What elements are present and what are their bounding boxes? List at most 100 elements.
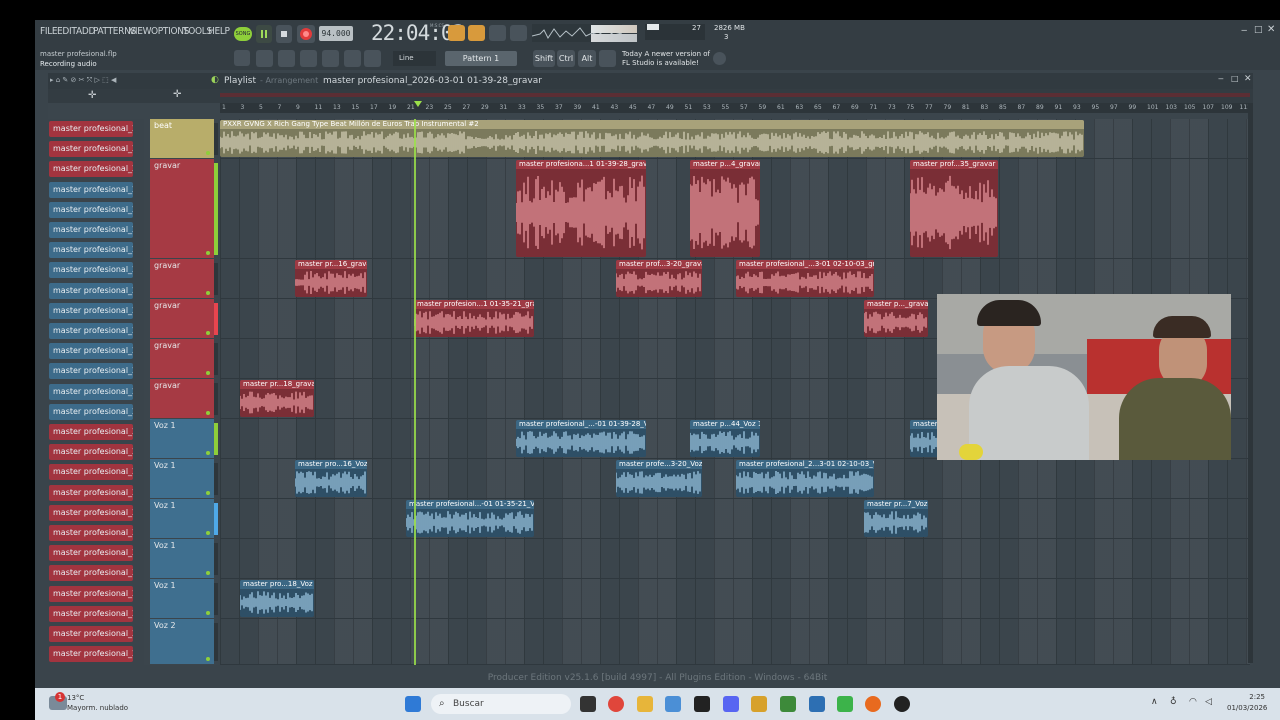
track-header[interactable]: Voz 1 [150, 539, 214, 578]
channel-rack-icon[interactable] [300, 50, 317, 67]
audio-clip[interactable]: master profe...3-20_Voz 1 [616, 460, 702, 497]
menu-view[interactable]: VIEW [129, 26, 151, 37]
pattern-selector[interactable]: Pattern 1 [445, 51, 517, 66]
photos-icon[interactable] [665, 696, 681, 712]
audio-clip[interactable]: master [910, 420, 938, 457]
pattern-item[interactable]: master profesional_2026... [49, 444, 133, 461]
volume-icon[interactable]: ◁ [1205, 697, 1212, 707]
track-header[interactable]: Voz 1 [150, 459, 214, 498]
track-header[interactable]: gravar [150, 299, 214, 338]
record-button[interactable] [297, 25, 315, 43]
track-header[interactable]: gravar [150, 379, 214, 418]
track-header[interactable]: gravar [150, 159, 214, 258]
fl-studio-icon[interactable] [865, 696, 881, 712]
app-store-icon[interactable] [809, 696, 825, 712]
audio-clip[interactable]: master pr...18_gravar [240, 380, 314, 417]
pattern-item[interactable]: master profesional_2026... [49, 363, 133, 380]
track-lane[interactable] [220, 259, 1250, 299]
clock-time[interactable]: 2:25 [1233, 693, 1265, 701]
menu-help[interactable]: HELP [208, 26, 230, 37]
windows-start-icon[interactable] [405, 696, 421, 712]
track-header[interactable]: gravar [150, 259, 214, 298]
tray-chevron-icon[interactable]: ∧ [1151, 697, 1158, 707]
pattern-item[interactable]: master profesional_2026... [49, 484, 133, 501]
pattern-item[interactable]: master profesional_2026... [49, 181, 133, 198]
pattern-item[interactable]: master profesional_2026... [49, 464, 133, 481]
snap-icon[interactable] [234, 50, 250, 66]
track-lane[interactable] [220, 459, 1250, 499]
pattern-item[interactable]: master profesional_2026... [49, 222, 133, 238]
step-edit-icon[interactable] [510, 25, 527, 41]
track-enable-led[interactable] [206, 291, 210, 295]
menu-file[interactable]: FILE [40, 26, 58, 37]
minecraft-icon[interactable] [780, 696, 796, 712]
wifi-icon[interactable]: ◠ [1189, 697, 1197, 707]
track-header[interactable]: Voz 1 [150, 419, 214, 458]
track-enable-led[interactable] [206, 411, 210, 415]
pattern-item[interactable]: master profesional_2026... [49, 525, 133, 541]
app-green-icon[interactable] [837, 696, 853, 712]
pattern-item[interactable]: master profesional_2026... [49, 323, 133, 339]
audio-clip[interactable]: master profesional_...3-01 02-10-03_grav… [736, 260, 874, 297]
pattern-item[interactable]: master profesional_2026... [49, 403, 133, 420]
track-enable-led[interactable] [206, 251, 210, 255]
ctrl-key-button[interactable]: Ctrl [557, 50, 575, 67]
pattern-item[interactable]: master profesional_2026... [49, 605, 133, 622]
pattern-item[interactable]: master profesional_2026... [49, 242, 133, 259]
pattern-item[interactable]: master profesional_2026... [49, 424, 133, 440]
song-mode-toggle[interactable]: SONG [234, 27, 252, 41]
chrome-icon[interactable] [608, 696, 624, 712]
audio-clip[interactable]: master profesional_...-01 01-39-28_Voz 1 [516, 420, 646, 457]
microphone-icon[interactable] [364, 50, 381, 67]
audio-clip[interactable]: master pro...18_Voz 1 [240, 580, 314, 617]
discord-icon[interactable] [723, 696, 739, 712]
countdown-icon[interactable] [468, 25, 485, 41]
pattern-item[interactable]: master profesional_2026... [49, 585, 133, 602]
track-header[interactable]: Voz 1 [150, 579, 214, 618]
track-enable-led[interactable] [206, 331, 210, 335]
mixer-icon[interactable] [322, 50, 339, 67]
track-enable-led[interactable] [206, 531, 210, 535]
taskbar-search-box[interactable]: Buscar [431, 694, 571, 714]
play-button[interactable] [256, 25, 272, 43]
maximize-icon[interactable]: □ [1254, 25, 1263, 35]
tempo-display[interactable]: 94.000 [319, 26, 353, 41]
online-icon[interactable] [713, 52, 726, 65]
loop-record-icon[interactable] [489, 25, 506, 41]
shift-key-button[interactable]: Shift [533, 50, 555, 67]
track-enable-led[interactable] [206, 371, 210, 375]
audio-clip[interactable]: master p...44_Voz 1 [690, 420, 760, 457]
track-enable-led[interactable] [206, 491, 210, 495]
audio-clip[interactable]: master pro...16_Voz 1 [295, 460, 367, 497]
playlist-close-icon[interactable]: ✕ [1244, 74, 1252, 84]
audio-clip[interactable]: master profesional...-01 01-35-21_Voz 1 [406, 500, 534, 537]
audio-clip[interactable]: master pr...16_gravar [295, 260, 367, 297]
track-lane[interactable] [220, 499, 1250, 539]
track-enable-led[interactable] [206, 611, 210, 615]
task-view-icon[interactable] [580, 696, 596, 712]
pattern-item[interactable]: master profesional_2026... [49, 201, 133, 218]
audio-clip[interactable]: master p...4_gravar [690, 160, 760, 257]
weather-temperature[interactable]: 13°C [67, 694, 84, 702]
alt-key-button[interactable]: Alt [578, 50, 596, 67]
metronome-icon[interactable] [448, 25, 465, 41]
timeline-selection-bar[interactable] [220, 93, 1250, 97]
clock-date[interactable]: 01/03/2026 [1227, 704, 1267, 712]
audio-clip[interactable]: master prof...3-20_gravar [616, 260, 702, 297]
track-lane[interactable] [220, 539, 1250, 579]
playlist-minimize-icon[interactable]: ‒ [1218, 74, 1224, 84]
track-header[interactable]: Voz 2 [150, 619, 214, 664]
audio-clip[interactable]: PXXR GVNG X Rich Gang Type Beat Millón d… [220, 120, 1084, 157]
audio-clip[interactable]: master profesiona...1 01-39-28_gravar [516, 160, 646, 257]
obs-icon[interactable] [694, 696, 710, 712]
browser-icon[interactable] [344, 50, 361, 67]
stop-button[interactable] [276, 25, 292, 43]
pattern-item[interactable]: master profesional_2026... [49, 545, 133, 562]
time-marker-icon[interactable]: ✛ [173, 89, 181, 100]
news-panel[interactable]: Today A newer version of FL Studio is av… [622, 50, 712, 68]
audio-clip[interactable]: master profesion...1 01-35-21_gravar [414, 300, 534, 337]
track-lane[interactable] [220, 579, 1250, 619]
track-enable-led[interactable] [206, 451, 210, 455]
pattern-item[interactable]: master profesional_2026... [49, 302, 133, 319]
track-enable-led[interactable] [206, 657, 210, 661]
